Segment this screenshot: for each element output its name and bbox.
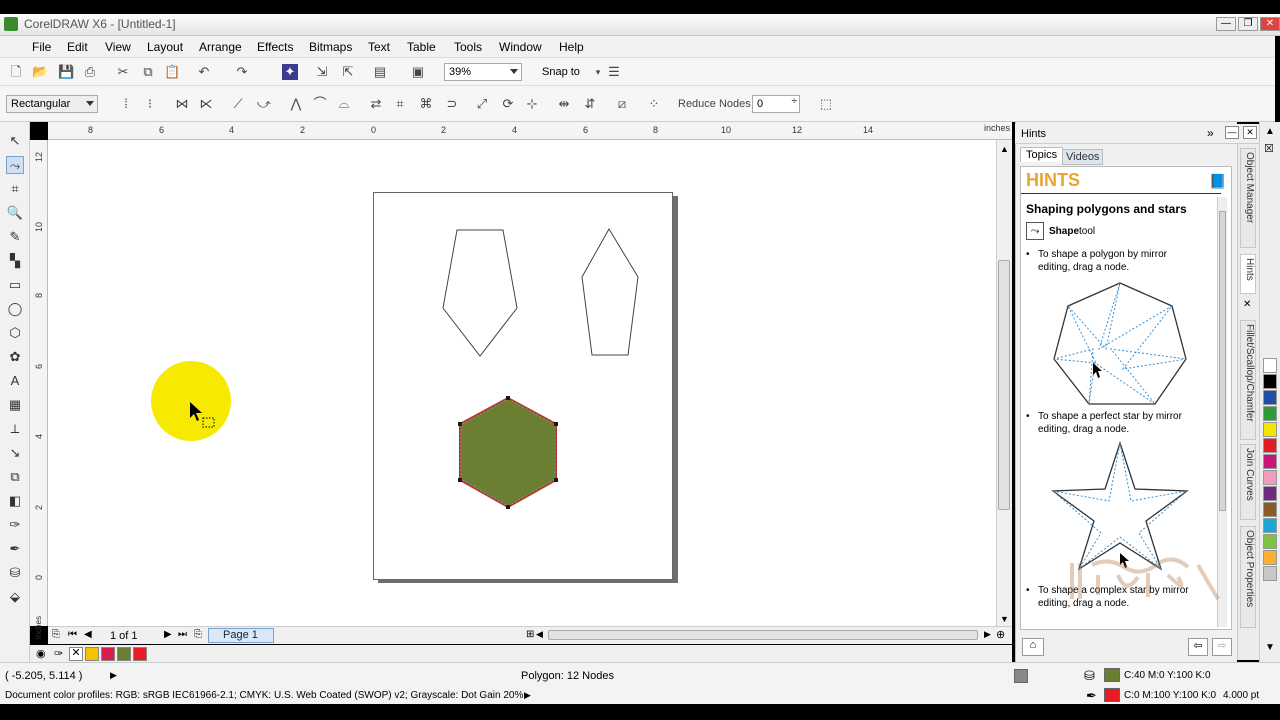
palette-swatch[interactable]: [1263, 390, 1277, 405]
tab-object-properties[interactable]: Object Properties: [1240, 526, 1256, 628]
hint-section-title: Shaping polygons and stars: [1026, 202, 1187, 216]
selected-hexagon[interactable]: [459, 396, 557, 509]
first-page-icon[interactable]: ⏮: [68, 629, 77, 640]
hint-tool-suffix: tool: [1079, 226, 1096, 237]
outline-pen-icon: ✒: [1086, 688, 1097, 703]
tab-fillet-scallop-chamfer[interactable]: Fillet/Scallop/Chamfer: [1240, 320, 1256, 440]
hint-tool-name: Shape: [1049, 226, 1080, 237]
add-page-after-icon[interactable]: ⎘: [194, 629, 202, 640]
minimize-docker-icon[interactable]: —: [1225, 126, 1239, 139]
palette-swatch[interactable]: [1263, 374, 1277, 389]
cursor-highlight: [151, 361, 231, 441]
color-palette: ▲ ☒ ▼: [1259, 122, 1280, 662]
no-fill-icon[interactable]: ☒: [1264, 142, 1274, 155]
scroll-left-icon[interactable]: ◀: [536, 629, 543, 640]
last-page-icon[interactable]: ⏭: [178, 629, 187, 640]
document-palette: ◉ ✑ ✕: [30, 645, 1012, 663]
no-color-swatch[interactable]: ✕: [69, 647, 83, 661]
forward-icon[interactable]: ⇨: [1212, 638, 1232, 656]
palette-swatch[interactable]: [1263, 534, 1277, 549]
tab-hints[interactable]: Hints: [1240, 254, 1256, 294]
tab-join-curves[interactable]: Join Curves: [1240, 444, 1256, 520]
heading-divider: [1021, 193, 1221, 194]
close-docker-icon[interactable]: ✕: [1243, 126, 1257, 139]
palette-swatch[interactable]: [1263, 502, 1277, 517]
home-icon[interactable]: ⌂: [1022, 638, 1044, 656]
hint-bullet: • To shape a perfect star by mirror editi…: [1026, 410, 1196, 436]
navigator-icon[interactable]: ⊕: [996, 628, 1005, 641]
profiles-menu-icon[interactable]: ▶: [524, 690, 531, 701]
vertical-scroll-thumb[interactable]: [998, 260, 1010, 510]
doc-color-swatch[interactable]: [101, 647, 115, 661]
hints-panel-title: Hints: [1021, 128, 1047, 140]
page-counter: 1 of 1: [110, 630, 138, 642]
back-icon[interactable]: ⇦: [1188, 638, 1208, 656]
palette-swatch[interactable]: [1263, 550, 1277, 565]
close-tab-icon[interactable]: ✕: [1243, 299, 1251, 310]
cursor-coordinates: ( -5.205, 5.114 ): [5, 670, 83, 682]
watermark-logo: [1070, 557, 1220, 601]
palette-swatch[interactable]: [1263, 358, 1277, 373]
bullet-icon: •: [1026, 585, 1030, 596]
scroll-right-icon[interactable]: ▶: [984, 629, 991, 640]
palette-swatch[interactable]: [1263, 470, 1277, 485]
scroll-down-icon[interactable]: ▼: [1000, 614, 1009, 624]
doc-color-swatch[interactable]: [133, 647, 147, 661]
hint-bullet-text: To shape a polygon by mirror editing, dr…: [1038, 249, 1167, 273]
docker-tabs: Object Manager Hints ✕ Fillet/Scallop/Ch…: [1237, 144, 1259, 660]
palette-swatch[interactable]: [1263, 454, 1277, 469]
polygon-shape[interactable]: [581, 228, 639, 356]
palette-options-icon[interactable]: ◉: [36, 647, 46, 660]
doc-color-swatch[interactable]: [85, 647, 99, 661]
fill-bucket-icon: ⛁: [1084, 668, 1095, 683]
palette-scroll-up-icon[interactable]: ▲: [1265, 126, 1275, 137]
horizontal-scroll-thumb[interactable]: [548, 630, 978, 640]
outline-color-swatch[interactable]: [1104, 688, 1120, 702]
tab-topics[interactable]: Topics: [1020, 147, 1064, 162]
hints-scroll-thumb[interactable]: [1219, 211, 1226, 511]
shape-tool-icon: ⤳: [1026, 222, 1044, 240]
hints-header: Hints » — ✕: [1015, 124, 1259, 144]
palette-scroll-down-icon[interactable]: ▼: [1265, 642, 1275, 653]
page-tab[interactable]: Page 1: [208, 628, 274, 643]
scroll-up-icon[interactable]: ▲: [1000, 144, 1009, 154]
hint-bullet-text: To shape a perfect star by mirror editin…: [1038, 411, 1182, 435]
bullet-icon: •: [1026, 411, 1030, 422]
palette-swatch[interactable]: [1263, 422, 1277, 437]
tab-object-manager[interactable]: Object Manager: [1240, 148, 1256, 248]
add-page-icon[interactable]: ⎘: [52, 629, 60, 640]
tab-videos[interactable]: Videos: [1062, 149, 1104, 165]
hint-bullet: • To shape a polygon by mirror editing, d…: [1026, 248, 1196, 274]
next-page-icon[interactable]: ▶: [164, 629, 172, 640]
outline-color-info: C:0 M:100 Y:100 K:0: [1124, 690, 1217, 701]
object-info: Polygon: 12 Nodes: [521, 670, 614, 682]
doc-color-swatch[interactable]: [117, 647, 131, 661]
scroll-menu-icon[interactable]: ⊞: [526, 629, 534, 640]
palette-eyedropper-icon[interactable]: ✑: [54, 647, 63, 660]
palette-swatch[interactable]: [1263, 406, 1277, 421]
fill-color-info: C:40 M:0 Y:100 K:0: [1124, 670, 1211, 681]
fill-color-swatch[interactable]: [1104, 668, 1120, 682]
polygon-shape[interactable]: [442, 229, 518, 357]
previous-page-icon[interactable]: ◀: [84, 629, 92, 640]
status-bar: ( -5.205, 5.114 ) ▶ Polygon: 12 Nodes Do…: [0, 662, 1280, 704]
palette-swatch[interactable]: [1263, 486, 1277, 501]
hints-heading: HINTS: [1026, 170, 1080, 190]
coords-menu-icon[interactable]: ▶: [110, 670, 117, 681]
bullet-icon: •: [1026, 249, 1030, 260]
palette-swatch[interactable]: [1263, 438, 1277, 453]
expand-icon[interactable]: »: [1207, 126, 1214, 140]
color-eyedropper-icon[interactable]: [1014, 669, 1028, 683]
palette-swatch[interactable]: [1263, 518, 1277, 533]
outline-width: 4.000 pt: [1223, 690, 1260, 701]
palette-swatch[interactable]: [1263, 566, 1277, 581]
color-profiles[interactable]: Document color profiles: RGB: sRGB IEC61…: [5, 690, 523, 701]
polygon-mirror-illustration: [1053, 282, 1187, 405]
book-icon[interactable]: 📘: [1209, 173, 1226, 190]
